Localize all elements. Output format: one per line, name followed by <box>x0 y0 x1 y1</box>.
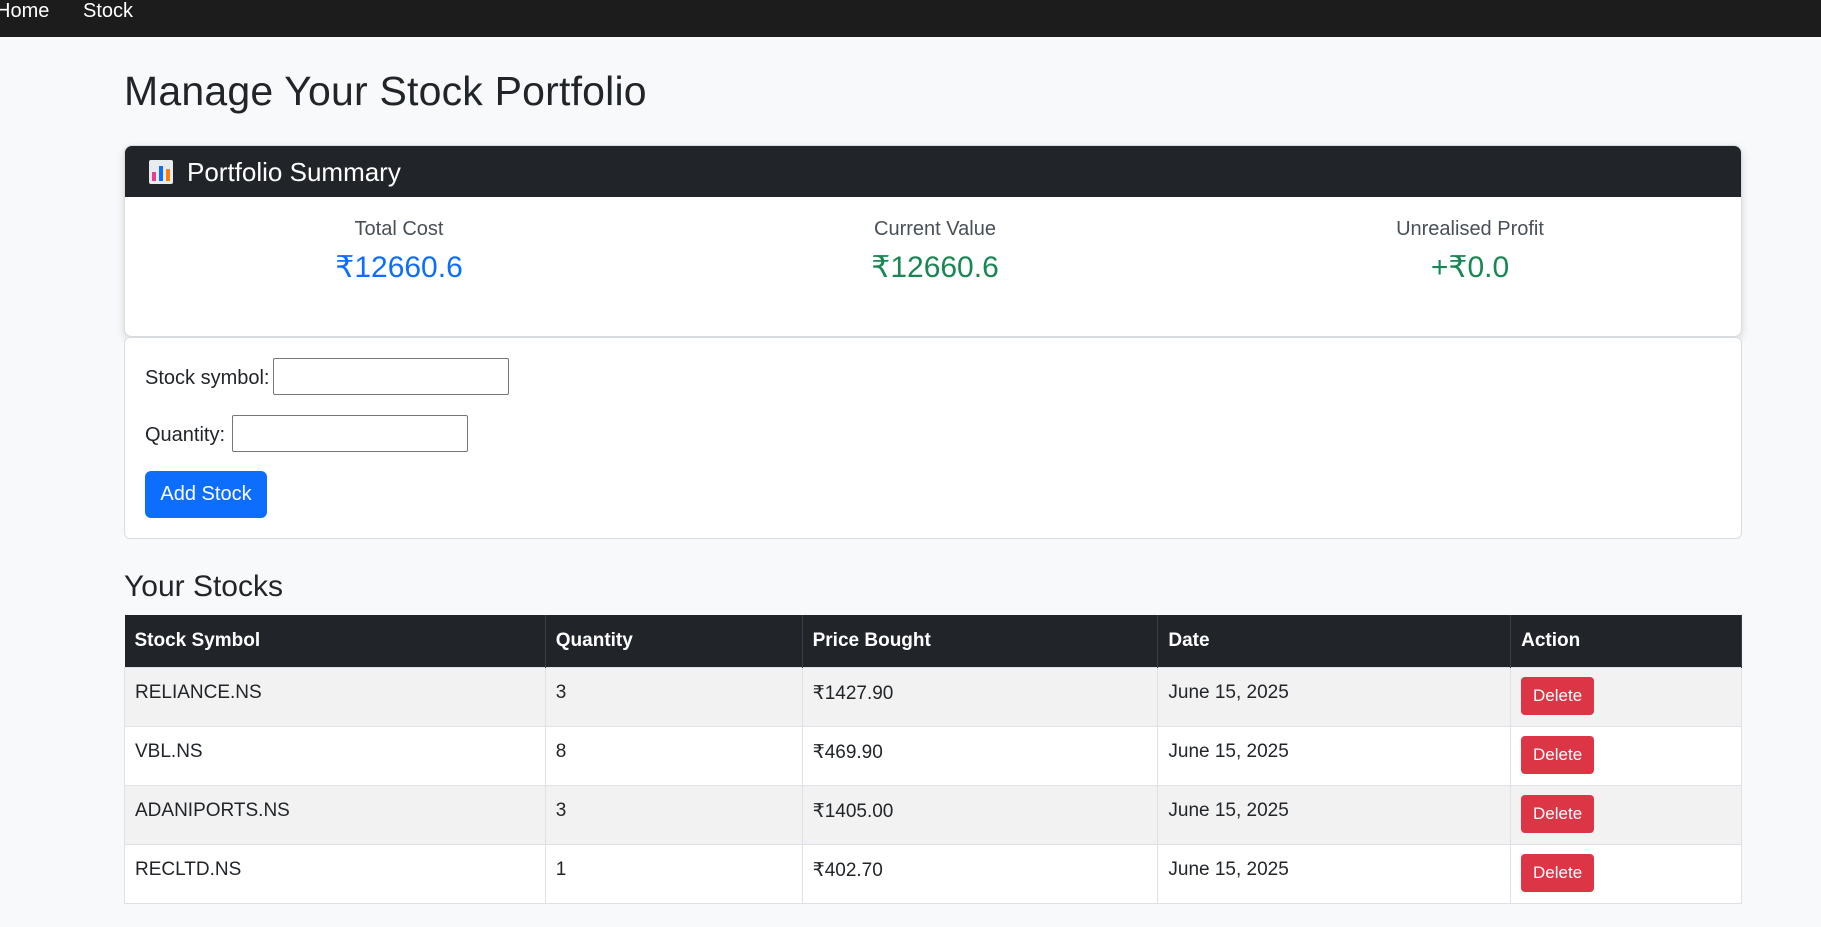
header-action: Action <box>1510 615 1742 667</box>
quantity-input[interactable] <box>232 415 468 452</box>
cell-action: Delete <box>1510 725 1742 786</box>
cell-date: June 15, 2025 <box>1157 784 1512 845</box>
nav-stock-link[interactable]: Stock <box>83 0 133 22</box>
cell-action: Delete <box>1510 666 1742 727</box>
cell-date: June 15, 2025 <box>1157 666 1512 727</box>
cell-symbol: RELIANCE.NS <box>124 666 546 727</box>
current-value-value: ₹12660.6 <box>871 251 999 284</box>
portfolio-summary-card: Portfolio Summary Total Cost ₹12660.6 Cu… <box>124 145 1742 337</box>
total-cost-value: ₹12660.6 <box>335 251 463 284</box>
cell-quantity: 1 <box>544 843 803 904</box>
table-row: ADANIPORTS.NS 3 ₹1405.00 June 15, 2025 D… <box>124 784 1742 845</box>
quantity-label: Quantity: <box>145 424 226 446</box>
add-stock-button[interactable]: Add Stock <box>145 471 267 518</box>
cell-symbol: ADANIPORTS.NS <box>124 784 546 845</box>
cell-date: June 15, 2025 <box>1157 843 1512 904</box>
stock-symbol-label: Stock symbol: <box>145 367 270 389</box>
stocks-table: Stock Symbol Quantity Price Bought Date … <box>124 615 1742 904</box>
cell-price: ₹469.90 <box>801 725 1159 786</box>
cell-action: Delete <box>1510 784 1742 845</box>
table-row: RECLTD.NS 1 ₹402.70 June 15, 2025 Delete <box>124 843 1742 904</box>
cell-quantity: 8 <box>544 725 803 786</box>
stock-symbol-input[interactable] <box>273 358 509 395</box>
portfolio-summary-header: Portfolio Summary <box>125 146 1741 197</box>
delete-button[interactable]: Delete <box>1521 735 1595 774</box>
delete-button[interactable]: Delete <box>1521 676 1595 715</box>
total-cost-label: Total Cost <box>354 218 444 240</box>
header-date: Date <box>1157 615 1512 667</box>
unrealised-profit-label: Unrealised Profit <box>1396 218 1544 240</box>
cell-symbol: RECLTD.NS <box>124 843 546 904</box>
unrealised-profit-stat: Unrealised Profit +₹0.0 <box>1260 218 1680 285</box>
cell-price: ₹1427.90 <box>801 666 1159 727</box>
add-stock-form: Stock symbol: Quantity: Add Stock <box>124 337 1742 539</box>
current-value-stat: Current Value ₹12660.6 <box>725 218 1145 285</box>
unrealised-profit-value: +₹0.0 <box>1430 251 1510 284</box>
delete-button[interactable]: Delete <box>1521 794 1595 833</box>
cell-quantity: 3 <box>544 666 803 727</box>
cell-symbol: VBL.NS <box>124 725 546 786</box>
cell-price: ₹402.70 <box>801 843 1159 904</box>
total-cost-stat: Total Cost ₹12660.6 <box>189 218 609 285</box>
bar-chart-icon <box>149 160 173 184</box>
portfolio-summary-title: Portfolio Summary <box>187 157 401 187</box>
delete-button[interactable]: Delete <box>1521 853 1595 892</box>
header-price-bought: Price Bought <box>802 615 1159 667</box>
cell-action: Delete <box>1510 843 1742 904</box>
your-stocks-title: Your Stocks <box>124 570 283 603</box>
top-navbar: Home Stock <box>0 0 1821 37</box>
current-value-label: Current Value <box>874 218 996 240</box>
cell-date: June 15, 2025 <box>1157 725 1512 786</box>
table-header-row: Stock Symbol Quantity Price Bought Date … <box>124 615 1742 667</box>
cell-price: ₹1405.00 <box>801 784 1159 845</box>
nav-home-link[interactable]: Home <box>0 0 49 22</box>
page-title: Manage Your Stock Portfolio <box>124 68 647 114</box>
table-row: RELIANCE.NS 3 ₹1427.90 June 15, 2025 Del… <box>124 666 1742 727</box>
header-quantity: Quantity <box>545 615 803 667</box>
table-row: VBL.NS 8 ₹469.90 June 15, 2025 Delete <box>124 725 1742 786</box>
header-stock-symbol: Stock Symbol <box>124 615 546 667</box>
cell-quantity: 3 <box>544 784 803 845</box>
